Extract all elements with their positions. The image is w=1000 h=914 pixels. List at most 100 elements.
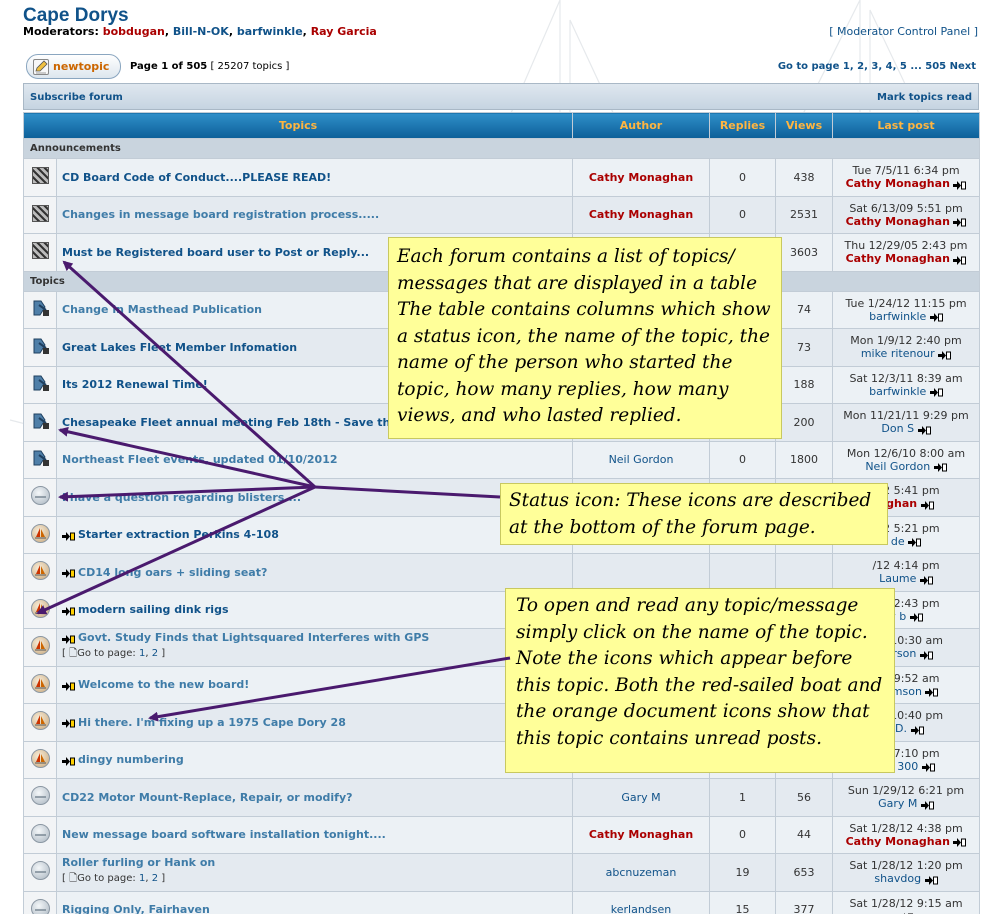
topic-title-link[interactable]: I have a question regarding blisters.... [62,491,301,504]
last-post-user-link[interactable]: Laume [879,572,916,585]
topic-title-link[interactable]: Change in Masthead Publication [62,303,262,316]
view-latest-post-icon[interactable] [953,837,967,848]
new-post-icon[interactable] [62,681,75,691]
new-post-icon[interactable] [62,606,75,616]
topic-page-link[interactable]: 2 [152,648,158,659]
view-latest-post-icon[interactable] [919,650,933,660]
moderator-link[interactable]: Bill-N-OK [173,25,229,38]
view-latest-post-icon[interactable] [921,762,935,773]
last-post-user-link[interactable]: barfwinkle [869,310,926,323]
view-latest-post-icon[interactable] [953,217,967,228]
page-link[interactable]: 505 [925,61,946,72]
topic-title-link[interactable]: dingy numbering [78,753,184,766]
topic-title-link[interactable]: Chesapeake Fleet annual meeting Feb 18th… [62,416,436,429]
view-latest-post-icon[interactable] [919,575,933,585]
last-post-user-link[interactable]: barfwinkle [869,385,926,398]
topic-title-link[interactable]: modern sailing dink rigs [78,603,229,616]
new-topic-label: newtopic [53,60,110,73]
goto-page-label: Go to page: [77,648,136,660]
view-latest-post-icon[interactable] [938,350,952,360]
new-post-icon[interactable] [62,634,75,644]
view-latest-post-icon[interactable] [929,312,943,323]
announcements-section-label: Announcements [23,138,980,159]
view-latest-post-icon[interactable] [925,687,939,698]
topic-title-link[interactable]: Northeast Fleet events, updated 01/10/20… [62,453,338,466]
topic-title-link[interactable]: Changes in message board registration pr… [62,208,379,221]
topic-title-link[interactable]: Hi there. I'm fixing up a 1975 Cape Dory… [78,716,346,729]
author-link[interactable]: Gary M [572,778,710,817]
views-count: 73 [775,328,833,367]
moderator-control-panel-link[interactable]: [ Moderator Control Panel ] [829,25,978,38]
last-post-user-link[interactable]: mike ritenour [861,347,935,360]
view-latest-post-icon[interactable] [909,612,923,623]
topic-title-link[interactable]: Its 2012 Renewal Time! [62,378,208,391]
topic-title-link[interactable]: Rigging Only, Fairhaven [62,903,210,914]
topic-title-link[interactable]: Govt. Study Finds that Lightsquared Inte… [78,631,429,644]
page-link[interactable]: 2 [857,61,864,72]
new-post-icon[interactable] [62,531,75,541]
view-latest-post-icon[interactable] [920,500,934,510]
last-post-user-link[interactable]: Gary M [878,797,917,810]
view-latest-post-icon[interactable] [924,875,938,885]
topic-title-link[interactable]: Roller furling or Hank on [62,856,215,869]
views-count: 200 [775,403,833,442]
last-post-user-link[interactable]: Cathy Monaghan [846,177,950,190]
view-latest-post-icon[interactable] [908,537,922,548]
next-page-link[interactable]: Next [950,61,976,72]
topic-page-link[interactable]: 2 [152,873,158,884]
view-latest-post-icon[interactable] [953,180,967,190]
new-topic-button[interactable]: newtopic [26,54,121,79]
topic-title-link[interactable]: Welcome to the new board! [78,678,249,691]
author-link[interactable]: Cathy Monaghan [572,195,710,234]
author-link[interactable]: abcnuzeman [572,853,710,892]
views-count [775,553,833,592]
subscribe-forum-link[interactable]: Subscribe forum [30,92,123,103]
moderator-link[interactable]: bobdugan [103,25,165,38]
last-post-user-link[interactable]: Cathy Monaghan [846,835,950,848]
author-link[interactable]: Neil Gordon [572,440,710,479]
view-latest-post-icon[interactable] [953,255,967,265]
last-post-user-link[interactable]: shavdog [874,872,921,885]
topic-page-link[interactable]: 1 [139,648,145,659]
moderator-link[interactable]: Ray Garcia [311,25,377,38]
last-post-user-link[interactable]: Neil Gordon [865,460,930,473]
pencil-icon [33,58,49,75]
view-latest-post-icon[interactable] [910,725,924,735]
topic-title-link[interactable]: CD22 Motor Mount-Replace, Repair, or mod… [62,791,353,804]
topic-title-link[interactable]: New message board software installation … [62,828,386,841]
topic-title-link[interactable]: CD14 long oars + sliding seat? [78,566,267,579]
topic-title-link[interactable]: Starter extraction Perkins 4-108 [78,528,279,541]
topic-page-link[interactable]: 1 [139,873,145,884]
last-post-user-link[interactable]: Cathy Monaghan [846,215,950,228]
author-link[interactable]: Cathy Monaghan [572,815,710,854]
view-latest-post-icon[interactable] [929,387,943,398]
last-post-user-link[interactable]: Cathy Monaghan [846,252,950,265]
sticky-topic-icon [31,299,50,317]
moderators-list: bobdugan, Bill-N-OK, barfwinkle, Ray Gar… [102,25,377,38]
last-post-date: Sat 1/28/12 4:38 pm [849,821,963,835]
view-latest-post-icon[interactable] [920,800,934,810]
topic-title-link[interactable]: Must be Registered board user to Post or… [62,246,369,259]
view-latest-post-icon[interactable] [933,462,947,473]
author-link[interactable]: Cathy Monaghan [572,158,710,197]
announcement-icon [31,242,49,260]
page-link[interactable]: 1 [843,61,850,72]
moderator-link[interactable]: barfwinkle [237,25,303,38]
last-post-user: barfwinkle [833,385,979,398]
topic-title-link[interactable]: CD Board Code of Conduct....PLEASE READ! [62,171,331,184]
new-post-icon[interactable] [62,756,75,766]
new-post-icon[interactable] [62,568,75,579]
page-link[interactable]: 5 [900,61,907,72]
mark-topics-read-link[interactable]: Mark topics read [877,92,972,103]
last-post-user-link[interactable]: de [891,535,905,548]
author-link[interactable] [572,553,710,592]
page-link[interactable]: 3 [871,61,878,72]
forum-title[interactable]: Cape Dorys [23,5,129,27]
last-post-user-link[interactable]: Don S [881,422,914,435]
topic-title-link[interactable]: Great Lakes Fleet Member Infomation [62,341,297,354]
read-topic-icon [30,861,50,881]
new-post-icon[interactable] [62,718,75,729]
author-link[interactable]: kerlandsen [572,890,710,914]
page-link[interactable]: 4 [886,61,893,72]
view-latest-post-icon[interactable] [917,425,931,435]
